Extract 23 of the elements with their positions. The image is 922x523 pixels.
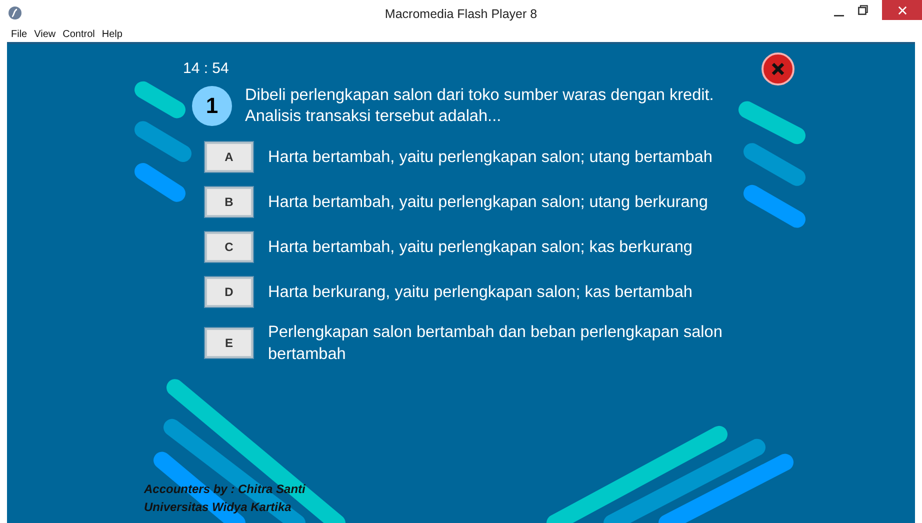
answer-option-button[interactable]: A — [205, 142, 253, 172]
flash-player-icon — [8, 6, 22, 20]
restore-icon[interactable] — [858, 5, 868, 15]
menu-item[interactable]: Control — [62, 28, 95, 40]
answer-option-text: Harta bertambah, yaitu perlengkapan salon; utang bertambah — [268, 147, 714, 168]
answer-option-text: Harta bertambah, yaitu perlengkapan salon; utang berkurang — [268, 192, 709, 213]
answer-option-button[interactable]: C — [205, 232, 253, 262]
timer-text: 14 : 54 — [183, 60, 229, 77]
menu-item[interactable]: Help — [102, 28, 122, 40]
answer-option-button[interactable]: D — [205, 277, 253, 307]
answer-option-button[interactable]: E — [205, 328, 253, 358]
question-text: Dibeli perlengkapan salon dari toko sumber waras dengan kredit. Analisis transaksi tersebut adalah... — [245, 85, 715, 127]
answer-option-button[interactable]: B — [205, 187, 253, 217]
answer-option-text: Harta bertambah, yaitu perlengkapan salon; kas berkurang — [268, 237, 694, 258]
answer-option-text: Perlengkapan salon bertambah dan beban perlengkapan salon bertambah — [268, 322, 724, 365]
close-button[interactable] — [882, 0, 922, 20]
window-title: Macromedia Flash Player 8 — [384, 7, 538, 21]
question-number: 1 — [192, 86, 232, 126]
menu-item[interactable]: File — [11, 28, 28, 40]
answer-option-text: Harta berkurang, yaitu perlengkapan salon; kas bertambah — [268, 282, 694, 303]
close-quiz-button[interactable] — [761, 52, 795, 86]
close-icon — [898, 6, 906, 14]
menu-item[interactable]: View — [34, 28, 56, 40]
